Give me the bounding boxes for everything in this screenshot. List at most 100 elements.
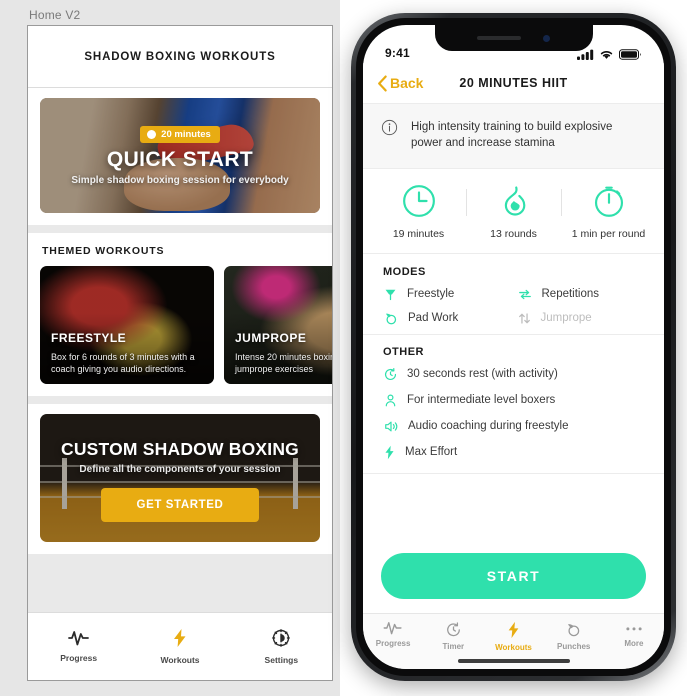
tab-workouts[interactable]: Workouts — [129, 628, 230, 665]
custom-content: CUSTOM SHADOW BOXING Define all the comp… — [40, 414, 320, 542]
mode-label: Jumprope — [540, 312, 592, 325]
tab-progress[interactable]: Progress — [363, 621, 423, 648]
other-list: 30 seconds rest (with activity) For inte… — [383, 367, 644, 460]
artboard-tabbar: Progress Workouts Settings — [28, 612, 332, 680]
modes-section: MODES Freestyle Repetitions Pad Work Jum… — [363, 253, 664, 334]
custom-shadow-boxing-card[interactable]: CUSTOM SHADOW BOXING Define all the comp… — [40, 414, 320, 542]
tab-workouts[interactable]: Workouts — [483, 621, 543, 652]
battery-icon — [619, 49, 642, 60]
quick-start-panel: 20 minutes QUICK START Simple shadow box… — [28, 88, 332, 225]
custom-title: CUSTOM SHADOW BOXING — [61, 438, 299, 459]
mode-freestyle[interactable]: Freestyle — [383, 287, 511, 302]
pulse-icon — [67, 630, 90, 646]
quick-start-title: QUICK START — [106, 147, 254, 171]
quick-start-card[interactable]: 20 minutes QUICK START Simple shadow box… — [40, 98, 320, 213]
stat-label: 1 min per round — [571, 227, 646, 240]
tab-label: More — [624, 639, 644, 648]
pad-icon — [383, 311, 399, 326]
themed-workouts-title: THEMED WORKOUTS — [42, 245, 165, 257]
other-section: OTHER 30 seconds rest (with activity) Fo… — [363, 334, 664, 473]
punch-glove-icon — [383, 287, 398, 302]
iphone-screen: 9:41 Back 20 MINUTES HIIT High intensity… — [363, 25, 664, 669]
tab-punches[interactable]: Punches — [544, 621, 604, 651]
custom-shadow-boxing-panel: CUSTOM SHADOW BOXING Define all the comp… — [28, 404, 332, 554]
other-label: 30 seconds rest (with activity) — [407, 368, 558, 381]
workout-detail-body: High intensity training to build explosi… — [363, 103, 664, 613]
custom-subtitle: Define all the components of your sessio… — [79, 463, 281, 475]
clock-icon — [401, 183, 437, 219]
themed-card-freestyle[interactable]: FREESTYLE Box for 6 rounds of 3 minutes … — [40, 266, 214, 384]
back-button-label: Back — [390, 75, 424, 91]
duration-badge: 20 minutes — [140, 125, 220, 143]
wifi-icon — [599, 49, 614, 60]
get-started-button[interactable]: GET STARTED — [100, 487, 260, 522]
chevron-left-icon — [377, 75, 388, 92]
mode-label: Freestyle — [407, 288, 455, 301]
tab-more[interactable]: More — [604, 621, 664, 648]
tab-label: Progress — [375, 639, 411, 648]
updown-arrows-icon — [517, 311, 532, 326]
mode-jumprope[interactable]: Jumprope — [517, 311, 645, 326]
freestyle-text: FREESTYLE Box for 6 rounds of 3 minutes … — [51, 331, 204, 375]
gear-icon — [271, 628, 291, 648]
phone-mockup-right: 9:41 Back 20 MINUTES HIIT High intensity… — [340, 0, 687, 696]
quick-start-content: 20 minutes QUICK START Simple shadow box… — [40, 98, 320, 213]
home-indicator[interactable] — [457, 659, 570, 663]
cellular-signal-icon — [577, 49, 594, 60]
stat-label: 19 minutes — [392, 227, 445, 240]
page-title: SHADOW BOXING WORKOUTS — [84, 50, 276, 63]
tab-settings[interactable]: Settings — [231, 628, 332, 665]
themed-card-title: JUMPROPE — [235, 330, 307, 345]
artboard-header: SHADOW BOXING WORKOUTS — [28, 26, 332, 88]
mode-repetitions[interactable]: Repetitions — [517, 287, 645, 302]
mode-label: Pad Work — [408, 312, 459, 325]
other-audio[interactable]: Audio coaching during freestyle — [383, 419, 644, 434]
other-label: Audio coaching during freestyle — [408, 420, 569, 433]
back-button[interactable]: Back — [377, 75, 423, 92]
themed-card-jumprope[interactable]: JUMPROPE Intense 20 minutes boxing simpl… — [224, 266, 332, 384]
pulse-icon — [383, 621, 403, 635]
bolt-icon — [506, 621, 521, 639]
tab-label: Timer — [442, 642, 465, 651]
speaker-icon — [383, 419, 399, 434]
flame-icon — [496, 183, 532, 219]
bolt-icon — [383, 445, 396, 460]
other-label: Max Effort — [405, 446, 458, 459]
mode-pad-work[interactable]: Pad Work — [383, 311, 511, 326]
tab-label: Punches — [557, 642, 591, 651]
tab-label: Workouts — [160, 655, 200, 665]
artboard-scroll-body: 20 minutes QUICK START Simple shadow box… — [28, 88, 332, 612]
bolt-icon — [171, 628, 189, 648]
quick-start-subtitle: Simple shadow boxing session for everybo… — [71, 174, 289, 186]
other-label: For intermediate level boxers — [407, 394, 556, 407]
timer-icon — [445, 621, 462, 638]
other-rest[interactable]: 30 seconds rest (with activity) — [383, 367, 644, 382]
duration-badge-label: 20 minutes — [161, 128, 211, 140]
tab-label: Settings — [264, 655, 299, 665]
ellipsis-icon — [624, 621, 644, 635]
status-time: 9:41 — [385, 46, 410, 60]
themed-workouts-row: FREESTYLE Box for 6 rounds of 3 minutes … — [40, 266, 332, 384]
modes-grid: Freestyle Repetitions Pad Work Jumprope — [383, 287, 644, 326]
tab-timer[interactable]: Timer — [423, 621, 483, 651]
other-level[interactable]: For intermediate level boxers — [383, 393, 644, 408]
other-effort[interactable]: Max Effort — [383, 445, 644, 460]
stat-rounds: 13 rounds — [466, 183, 561, 240]
iphone-bezel: 9:41 Back 20 MINUTES HIIT High intensity… — [356, 18, 671, 676]
rest-timer-icon — [383, 367, 398, 382]
description-text: High intensity training to build explosi… — [411, 121, 613, 150]
artboard-label: Home V2 — [29, 8, 81, 22]
themed-workouts-panel: THEMED WORKOUTS FREESTYLE Box for 6 roun… — [28, 233, 332, 396]
stat-round-length: 1 min per round — [561, 183, 656, 240]
start-button-zone: START — [363, 539, 664, 613]
start-button[interactable]: START — [381, 553, 646, 599]
modes-title: MODES — [383, 265, 426, 278]
artboard-home-v2: SHADOW BOXING WORKOUTS 20 minutes QUICK … — [27, 25, 333, 681]
jumprope-text: JUMPROPE Intense 20 minutes boxing simpl… — [235, 331, 332, 375]
stat-label: 13 rounds — [490, 227, 537, 240]
design-canvas-left: Home V2 SHADOW BOXING WORKOUTS 20 minute… — [0, 0, 340, 696]
notch — [434, 25, 593, 51]
description-block: High intensity training to build explosi… — [363, 103, 664, 169]
tab-progress[interactable]: Progress — [28, 630, 129, 663]
punch-icon — [565, 621, 582, 638]
